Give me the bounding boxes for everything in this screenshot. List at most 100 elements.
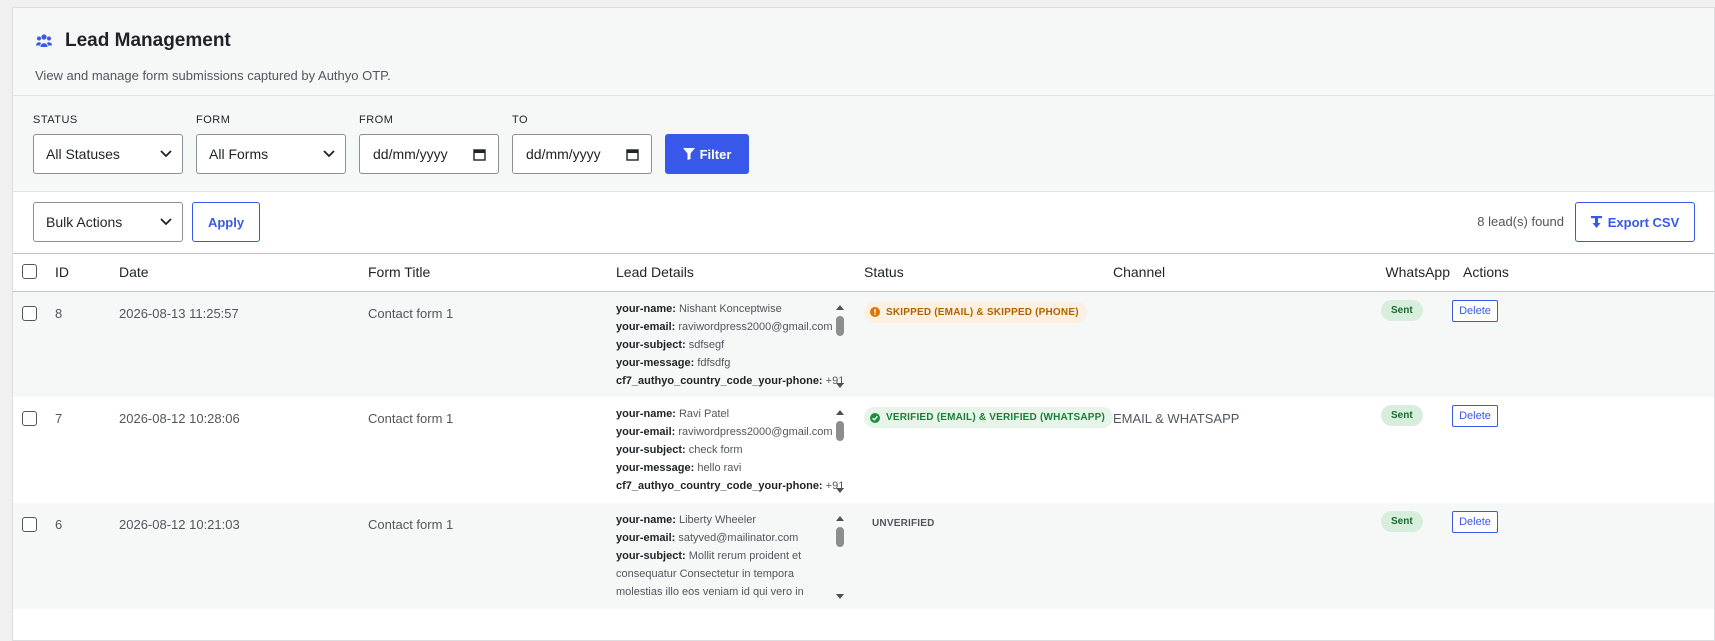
table-toolbar: Bulk Actions Apply 8 lead(s) found Expor… (13, 192, 1714, 254)
status-cell: SKIPPED (EMAIL) & SKIPPED (PHONE) (864, 291, 1113, 397)
detail-line: your-name: Nishant Konceptwise (616, 302, 782, 315)
lead-count: 8 lead(s) found (1477, 214, 1564, 229)
status-badge-text: VERIFIED (EMAIL) & VERIFIED (WHATSAPP) (886, 412, 1106, 423)
calendar-icon[interactable] (626, 148, 639, 161)
select-all-checkbox[interactable] (22, 264, 37, 280)
lead-details-cell: your-name: Liberty Wheeler your-email: s… (616, 503, 864, 609)
form-title-cell: Contact form 1 (368, 291, 616, 397)
status-badge: UNVERIFIED (864, 513, 943, 534)
to-date-input[interactable]: dd/mm/yyyy (512, 134, 652, 174)
export-csv-button[interactable]: Export CSV (1575, 202, 1695, 242)
status-select[interactable]: All Statuses (33, 134, 183, 174)
check-circle-icon (870, 412, 880, 423)
detail-line: your-email: raviwordpress2000@gmail.com (616, 320, 833, 333)
lead-details-box[interactable]: your-name: Liberty Wheeler your-email: s… (616, 511, 846, 603)
whatsapp-sent-badge: Sent (1381, 405, 1423, 426)
status-filter-label: STATUS (33, 114, 78, 126)
export-csv-label: Export CSV (1607, 214, 1680, 230)
warning-icon (870, 307, 880, 317)
column-header-whatsapp: WhatsApp (1361, 254, 1452, 292)
detail-line: cf7_authyo_country_code_your-phone: +91 (616, 480, 845, 492)
detail-line: your-email: satyved@mailinator.com (616, 532, 799, 544)
whatsapp-cell: Sent (1361, 291, 1452, 397)
status-cell: VERIFIED (EMAIL) & VERIFIED (WHATSAPP) (864, 397, 1114, 503)
calendar-icon[interactable] (473, 148, 486, 161)
whatsapp-cell: Sent (1361, 503, 1452, 609)
actions-cell: Delete (1452, 397, 1714, 503)
status-select-value: All Statuses (46, 146, 120, 162)
column-header-status[interactable]: Status (864, 254, 1113, 292)
page-header: Lead Management View and manage form sub… (13, 8, 1714, 96)
from-date-input[interactable]: dd/mm/yyyy (359, 134, 499, 174)
row-checkbox[interactable] (22, 411, 37, 426)
details-scrollbar[interactable] (834, 300, 846, 392)
date-cell: 2026-08-12 10:28:06 (119, 397, 368, 503)
status-badge-text: UNVERIFIED (872, 518, 935, 529)
actions-cell: Delete (1452, 291, 1714, 397)
lead-details-cell: your-name: Nishant Konceptwise your-emai… (616, 291, 864, 397)
chevron-down-icon (160, 150, 172, 158)
delete-button[interactable]: Delete (1452, 511, 1498, 533)
status-badge: SKIPPED (EMAIL) & SKIPPED (PHONE) (864, 301, 1087, 323)
page-title: Lead Management (65, 30, 231, 51)
filter-button-label: Filter (699, 146, 732, 162)
apply-button[interactable]: Apply (192, 202, 260, 242)
row-checkbox[interactable] (22, 305, 37, 321)
column-header-form-title[interactable]: Form Title (368, 254, 616, 292)
page-subtitle: View and manage form submissions capture… (35, 68, 391, 83)
column-header-id[interactable]: ID (55, 254, 119, 292)
detail-line: your-message: hello ravi (616, 462, 742, 474)
whatsapp-cell: Sent (1361, 397, 1452, 503)
table-row: 8 2026-08-13 11:25:57 Contact form 1 you… (13, 291, 1714, 397)
from-filter-label: FROM (359, 114, 394, 126)
form-title-cell: Contact form 1 (368, 503, 616, 609)
title-row: Lead Management (35, 26, 1692, 56)
form-filter-label: FORM (196, 114, 231, 126)
status-badge-text: SKIPPED (EMAIL) & SKIPPED (PHONE) (886, 306, 1079, 318)
lead-details-cell: your-name: Ravi Patel your-email: raviwo… (616, 397, 864, 503)
form-select-value: All Forms (209, 146, 269, 162)
status-badge: VERIFIED (EMAIL) & VERIFIED (WHATSAPP) (864, 407, 1114, 428)
detail-line: your-subject: check form (616, 444, 743, 456)
form-select[interactable]: All Forms (196, 134, 346, 174)
detail-line: your-name: Ravi Patel (616, 408, 730, 420)
to-filter-label: TO (512, 114, 529, 126)
row-checkbox-cell (13, 397, 55, 503)
detail-line: cf7_authyo_country_code_your-phone: +91 (616, 374, 845, 387)
users-icon (35, 32, 53, 50)
form-filter-group: FORM All Forms (196, 114, 346, 174)
filter-button[interactable]: Filter (665, 134, 749, 174)
column-header-lead-details: Lead Details (616, 254, 864, 292)
bulk-actions-select[interactable]: Bulk Actions (33, 202, 183, 242)
delete-button[interactable]: Delete (1452, 299, 1498, 322)
detail-line: your-email: raviwordpress2000@gmail.com (616, 426, 833, 438)
details-scrollbar[interactable] (834, 511, 846, 603)
detail-line: your-subject: Mollit rerum proident et c… (616, 550, 804, 598)
date-cell: 2026-08-13 11:25:57 (119, 291, 368, 397)
to-date-value: dd/mm/yyyy (526, 146, 601, 162)
actions-cell: Delete (1452, 503, 1714, 609)
whatsapp-sent-badge: Sent (1381, 511, 1423, 532)
delete-button[interactable]: Delete (1452, 405, 1498, 427)
from-filter-group: FROM dd/mm/yyyy (359, 114, 499, 174)
lead-management-panel: Lead Management View and manage form sub… (12, 7, 1715, 641)
whatsapp-sent-badge: Sent (1381, 299, 1423, 321)
download-icon (1590, 215, 1602, 228)
status-cell: UNVERIFIED (864, 503, 1113, 609)
lead-details-box[interactable]: your-name: Nishant Konceptwise your-emai… (616, 300, 846, 392)
table-row: 6 2026-08-12 10:21:03 Contact form 1 you… (13, 503, 1714, 609)
row-checkbox[interactable] (22, 517, 37, 532)
lead-details-box[interactable]: your-name: Ravi Patel your-email: raviwo… (616, 405, 846, 497)
detail-line: your-message: fdfsdfg (616, 356, 731, 369)
form-title-cell: Contact form 1 (368, 397, 616, 503)
bulk-actions-value: Bulk Actions (46, 214, 123, 230)
select-all-cell (13, 254, 55, 292)
chevron-down-icon (160, 218, 172, 226)
status-filter-group: STATUS All Statuses (33, 114, 183, 174)
column-header-date[interactable]: Date (119, 254, 368, 292)
detail-line: your-subject: sdfsegf (616, 338, 725, 351)
row-checkbox-cell (13, 291, 55, 397)
column-header-actions: Actions (1452, 254, 1714, 292)
details-scrollbar[interactable] (834, 405, 846, 497)
column-header-channel: Channel (1113, 254, 1361, 292)
